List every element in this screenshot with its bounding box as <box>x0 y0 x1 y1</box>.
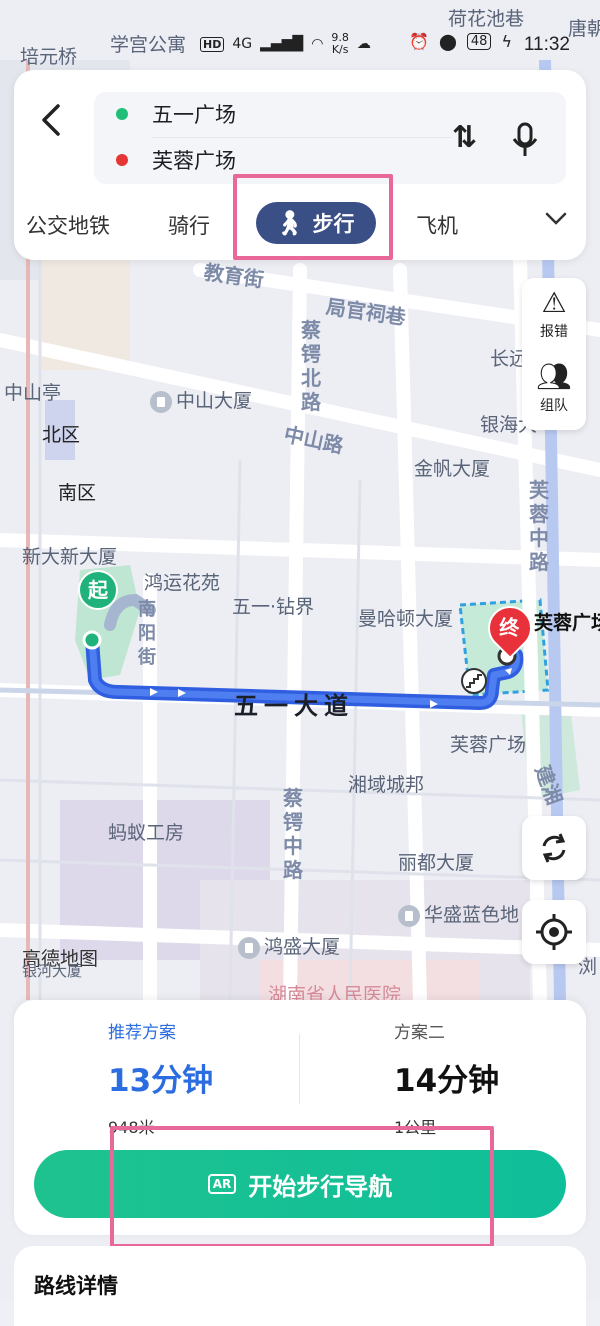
side-tools: ⚠ 报错 👥︎ 组队 <box>522 278 586 430</box>
map-label: 丽都大厦 <box>398 852 475 874</box>
highlight-box <box>233 174 393 260</box>
tab-cycling[interactable]: 骑行 <box>168 210 210 240</box>
network-type: 4G <box>232 36 253 52</box>
highlight-box <box>110 1126 494 1248</box>
report-button[interactable]: ⚠ 报错 <box>523 286 585 341</box>
road-label: 蔡锷中路 <box>283 786 303 882</box>
battery-indicator: 48 <box>466 33 492 50</box>
map-label: 南区 <box>58 482 97 504</box>
status-icons-left: HD 4G ▂▄▆█ ◠ 9.8 K/s ☁ <box>200 32 371 56</box>
plan-alternative[interactable]: 方案二 14分钟 1公里 <box>394 1018 499 1138</box>
report-icon: ⚠ <box>541 286 567 319</box>
plan-name: 方案二 <box>394 1023 445 1043</box>
wifi-icon: ◠ <box>311 36 324 52</box>
destination-dot-icon <box>116 154 128 166</box>
locate-button[interactable] <box>522 900 586 964</box>
tab-flight[interactable]: 飞机 <box>416 210 458 240</box>
tab-transit[interactable]: 公交地铁 <box>26 210 110 240</box>
map-label: 曼哈顿大厦 <box>358 608 454 630</box>
team-button[interactable]: 👥︎ 组队 <box>523 360 585 415</box>
clock: 11:32 <box>523 34 570 55</box>
chevron-down-icon[interactable] <box>544 208 568 234</box>
map-label: 鸿运花苑 <box>144 572 221 594</box>
charging-icon: ϟ <box>501 32 512 51</box>
back-arrow-icon <box>42 104 60 136</box>
team-icon: 👥︎ <box>536 360 572 393</box>
start-marker[interactable]: 起 <box>78 570 118 610</box>
report-label: 报错 <box>540 324 568 340</box>
end-marker-label: 终 <box>499 615 520 640</box>
refresh-button[interactable] <box>522 816 586 880</box>
map-label: 五一·钻界 <box>232 596 315 618</box>
status-icons-right: ⏰ ⬤ 48 ϟ <box>409 32 512 51</box>
map-label: 湘域城邦 <box>348 774 425 796</box>
destination-map-label: 芙蓉广场 <box>534 612 600 634</box>
map-label: 鸿盛大厦 <box>238 932 340 959</box>
divider <box>299 1034 300 1104</box>
road-label: 蔡锷北路 <box>301 318 321 414</box>
origin-text: 五一广场 <box>152 103 236 127</box>
map-label: 新大新大厦 <box>22 546 118 568</box>
building-icon <box>398 904 420 927</box>
refresh-icon <box>542 833 566 863</box>
divider <box>152 137 452 138</box>
road-label-main: 五一大道 <box>234 692 354 720</box>
map-label: 金帆大厦 <box>414 458 491 480</box>
plan-duration: 13分钟 <box>108 1063 214 1099</box>
building-icon <box>238 936 260 959</box>
hd-icon: HD <box>200 36 225 52</box>
map-label: 银河大厦 <box>22 962 83 980</box>
map-label: 北区 <box>42 424 81 446</box>
net-speed: 9.8 K/s <box>331 31 349 56</box>
locate-icon <box>536 914 572 950</box>
plan-duration: 14分钟 <box>394 1063 500 1099</box>
origin-field[interactable]: 五一广场 <box>116 94 236 134</box>
plan-name: 推荐方案 <box>108 1023 176 1043</box>
back-button[interactable] <box>38 100 68 140</box>
route-detail-panel[interactable]: 路线详情 <box>14 1246 586 1326</box>
plan-recommended[interactable]: 推荐方案 13分钟 948米 <box>108 1018 213 1138</box>
map-label: 中山大厦 <box>150 386 252 413</box>
location-icon: ⬤ <box>438 32 457 51</box>
alarm-icon: ⏰ <box>409 32 429 51</box>
microphone-icon[interactable] <box>510 120 540 160</box>
road-label: 南阳街 <box>138 599 156 668</box>
swap-icon[interactable]: ⇅ <box>452 120 477 155</box>
signal-icon: ▂▄▆█ <box>260 36 304 52</box>
team-label: 组队 <box>540 398 568 414</box>
building-icon <box>150 390 172 413</box>
cloud-icon: ☁ <box>356 36 371 52</box>
map-label: 蚂蚁工房 <box>108 822 185 844</box>
map-label: 华盛蓝色地 <box>398 900 519 927</box>
map-label: 芙蓉广场 <box>450 734 527 756</box>
map-label: 荷花池巷 <box>448 8 525 30</box>
route-detail-title: 路线详情 <box>34 1274 118 1298</box>
route-inputs: 五一广场 芙蓉广场 ⇅ <box>94 92 566 184</box>
map-label: 中山亭 <box>4 382 62 404</box>
destination-field[interactable]: 芙蓉广场 <box>116 140 236 180</box>
origin-dot-icon <box>116 108 128 120</box>
road-label: 芙蓉中路 <box>529 478 549 574</box>
destination-text: 芙蓉广场 <box>152 149 236 173</box>
status-bar: HD 4G ▂▄▆█ ◠ 9.8 K/s ☁ ⏰ ⬤ 48 ϟ 11:32 <box>0 28 600 62</box>
